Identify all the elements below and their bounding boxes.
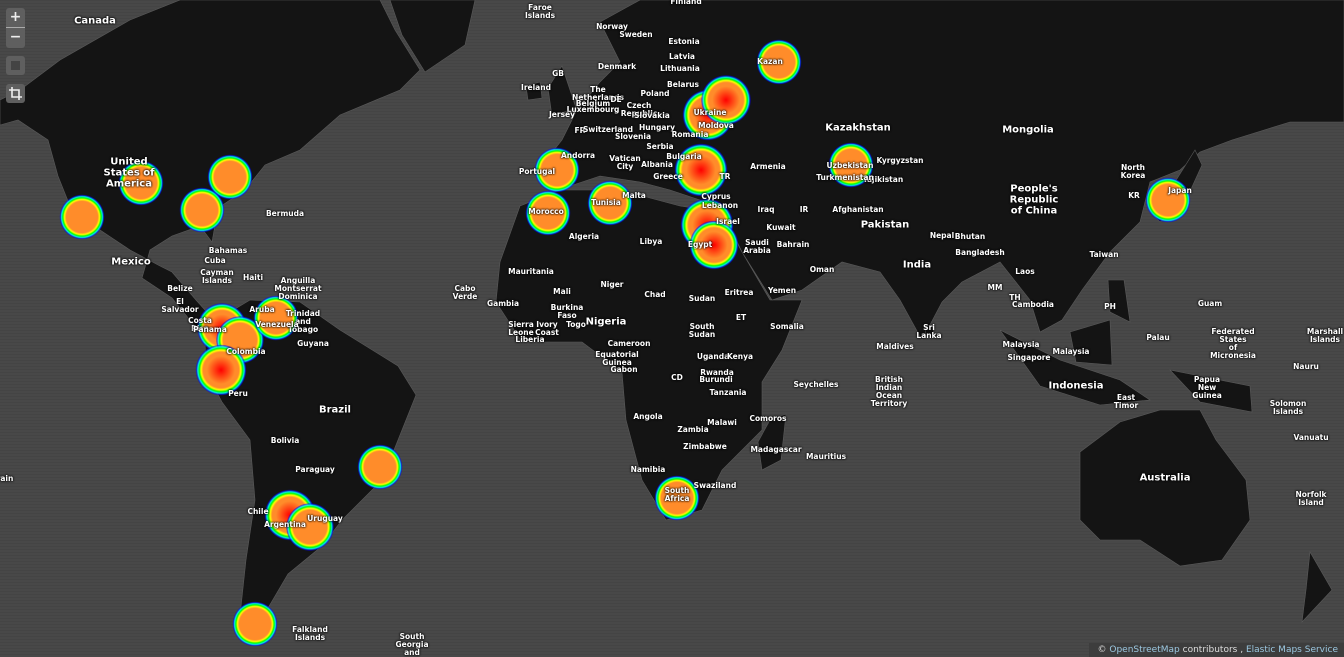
australia: [1079, 409, 1251, 567]
land-layer: [0, 0, 1344, 641]
copyright-symbol: ©: [1097, 645, 1107, 655]
great-britain: [547, 65, 577, 117]
ireland: [525, 81, 543, 101]
osm-link[interactable]: OpenStreetMap: [1109, 645, 1179, 655]
map-canvas[interactable]: Canada Faroe Islands Norway Sweden Estonia La…: [0, 0, 1344, 657]
osm-suffix: contributors ,: [1182, 645, 1244, 655]
sri-lanka: [924, 324, 935, 339]
draw-shape-button[interactable]: [6, 56, 25, 75]
zoom-control: + −: [6, 8, 25, 48]
square-icon: [11, 61, 20, 70]
new-zealand: [1301, 551, 1333, 623]
zoom-in-button[interactable]: +: [6, 8, 25, 27]
ems-link[interactable]: Elastic Maps Service: [1246, 645, 1338, 655]
zoom-out-button[interactable]: −: [6, 28, 25, 47]
south-america: [204, 299, 417, 641]
crop-icon: [9, 87, 22, 100]
north-america: [0, 0, 421, 331]
fit-bounds-button[interactable]: [6, 84, 25, 103]
borneo: [1069, 319, 1113, 366]
philippines: [1107, 279, 1131, 323]
new-guinea: [1169, 369, 1253, 413]
attribution: © OpenStreetMap contributors , Elastic M…: [1089, 643, 1344, 657]
